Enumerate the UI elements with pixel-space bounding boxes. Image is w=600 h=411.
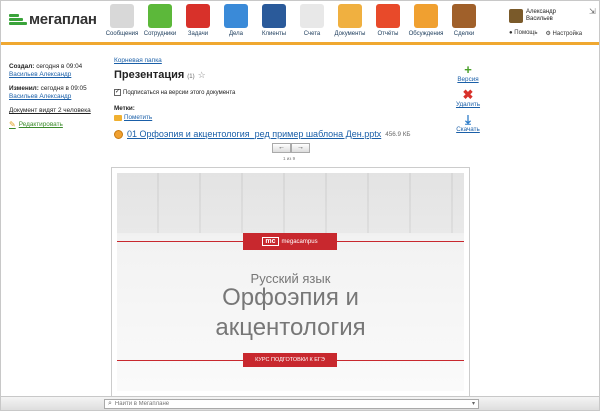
logo-mark-icon	[9, 13, 27, 26]
download-arrow-icon: ⤓	[465, 112, 471, 127]
nav-item-9[interactable]: Сделки	[445, 4, 483, 37]
search-dropdown-icon[interactable]: ▾	[472, 400, 475, 407]
brand-badge: mc megacampus	[243, 233, 337, 250]
file-size: 456.9 КБ	[385, 130, 411, 138]
nav-label: Счета	[303, 31, 321, 37]
top-header: мегаплан Сообщения Сотрудники Задачи Дела Кл…	[1, 1, 599, 45]
bottom-bar: ⌕ ▾	[1, 396, 599, 410]
checkbox-icon[interactable]: ✓	[114, 89, 121, 96]
search-input[interactable]	[114, 400, 465, 408]
main-nav: Сообщения Сотрудники Задачи Дела Клиенты Счет…	[103, 1, 483, 45]
bar-chart-icon	[376, 4, 400, 28]
title-row: Презентация (1) ☆	[114, 69, 206, 81]
user-name[interactable]: Александр Васильев	[526, 9, 556, 23]
pager-info: 1 из 9	[283, 156, 296, 161]
folder-icon	[338, 4, 362, 28]
logout-icon[interactable]: ⇲	[589, 7, 597, 16]
created-time: сегодня в 09:04	[36, 63, 83, 70]
app-logo[interactable]: мегаплан	[9, 11, 97, 28]
nav-label: Дела	[228, 31, 244, 37]
clock-icon	[224, 4, 248, 28]
delete-button[interactable]: ✖ Удалить	[451, 88, 485, 108]
search-box[interactable]: ⌕ ▾	[104, 399, 479, 409]
slide-title: Орфоэпия и акцентология	[215, 284, 366, 341]
nav-label: Задачи	[187, 31, 209, 37]
user-block[interactable]: Александр Васильев ⇲	[509, 7, 596, 23]
nav-item-7[interactable]: Отчёты	[369, 4, 407, 37]
tag-icon	[114, 114, 122, 121]
checklist-icon	[186, 4, 210, 28]
subscribe-checkbox[interactable]: ✓ Подписаться на версии этого документа	[114, 89, 235, 96]
help-settings: ● Помощь ⚙ Настройка	[509, 30, 582, 37]
contacts-book-icon	[262, 4, 286, 28]
nav-label: Отчёты	[377, 31, 399, 37]
nav-label: Клиенты	[261, 31, 287, 37]
search-icon: ⌕	[108, 400, 112, 407]
nav-label: Сделки	[453, 31, 475, 37]
nav-label: Обсуждения	[408, 31, 444, 37]
delete-x-icon: ✖	[462, 87, 474, 102]
doc-info-sidebar: Создал: сегодня в 09:04 Васильев Алексан…	[9, 63, 99, 129]
breadcrumb[interactable]: Корневая папка	[114, 57, 162, 64]
slide-canvas: mc megacampus Русский язык Орфоэпия и ак…	[117, 173, 464, 391]
next-slide-button[interactable]: →	[291, 143, 310, 153]
plus-icon: +	[464, 62, 472, 77]
tags-label: Метки:	[114, 105, 135, 112]
avatar[interactable]	[509, 9, 523, 23]
changed-time: сегодня в 09:05	[40, 85, 87, 92]
nav-item-4[interactable]: Клиенты	[255, 4, 293, 37]
pptx-file-icon	[114, 129, 123, 139]
nav-item-5[interactable]: Счета	[293, 4, 331, 37]
people-icon	[148, 4, 172, 28]
envelope-icon	[110, 4, 134, 28]
slide-background	[117, 173, 464, 233]
created-by-link[interactable]: Васильев Александр	[9, 71, 71, 78]
nav-label: Сотрудники	[143, 31, 177, 37]
slide-course-banner: КУРС ПОДГОТОВКИ К ЕГЭ	[243, 353, 337, 367]
tag-button[interactable]: Пометить	[114, 114, 152, 121]
document-actions: + Версия ✖ Удалить ⤓ Скачать	[451, 63, 485, 138]
invoice-icon	[300, 4, 324, 28]
version-count[interactable]: (1)	[187, 74, 194, 80]
file-link[interactable]: 01 Орфоэпия и акцентология_ред пример ша…	[127, 129, 381, 139]
nav-item-6[interactable]: Документы	[329, 1, 371, 45]
changed-label: Изменил:	[9, 85, 39, 92]
favorite-star-icon[interactable]: ☆	[198, 70, 206, 81]
nav-item-8[interactable]: Обсуждения	[407, 4, 445, 37]
created-label: Создал:	[9, 63, 35, 70]
nav-label: Сообщения	[105, 31, 139, 37]
logo-text: мегаплан	[29, 11, 97, 28]
slide-preview[interactable]: mc megacampus Русский язык Орфоэпия и ак…	[111, 167, 470, 397]
nav-item-1[interactable]: Сотрудники	[141, 4, 179, 37]
brand-text: megacampus	[281, 238, 318, 245]
edit-button[interactable]: ✎ Редактировать	[9, 121, 99, 129]
visibility-link[interactable]: Документ видят 2 человека	[9, 107, 91, 114]
prev-slide-button[interactable]: ←	[272, 143, 291, 153]
nav-item-2[interactable]: Задачи	[179, 4, 217, 37]
page-title: Презентация	[114, 69, 185, 81]
settings-link[interactable]: ⚙ Настройка	[545, 30, 582, 37]
slide-pager: ← →	[272, 143, 310, 153]
pencil-icon: ✎	[9, 120, 16, 129]
nav-item-3[interactable]: Дела	[217, 4, 255, 37]
file-row: 01 Орфоэпия и акцентология_ред пример ша…	[114, 129, 411, 139]
new-version-button[interactable]: + Версия	[451, 63, 485, 83]
subscribe-label: Подписаться на версии этого документа	[123, 89, 236, 96]
download-button[interactable]: ⤓ Скачать	[451, 113, 485, 133]
speech-bubbles-icon	[414, 4, 438, 28]
nav-label: Документы	[334, 31, 366, 37]
brand-mark: mc	[262, 237, 279, 246]
changed-by-link[interactable]: Васильев Александр	[9, 93, 71, 100]
briefcase-icon	[452, 4, 476, 28]
help-link[interactable]: ● Помощь	[509, 30, 537, 37]
nav-item-0[interactable]: Сообщения	[103, 4, 141, 37]
